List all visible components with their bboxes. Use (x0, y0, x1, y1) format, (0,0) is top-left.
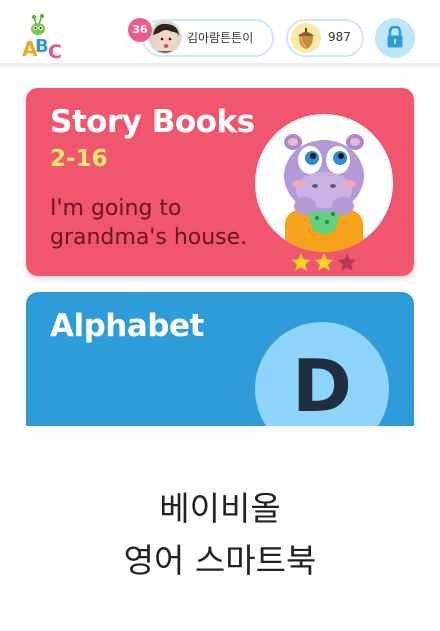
story-code: 2-16 (50, 146, 108, 172)
star-empty-icon (337, 253, 357, 271)
story-books-card[interactable]: Story Books 2-16 I'm going to grandma's … (26, 88, 414, 276)
story-books-title: Story Books (50, 104, 255, 140)
lock-button[interactable] (375, 18, 415, 58)
alphabet-card[interactable]: Alphabet D (26, 292, 414, 426)
level-badge: 36 (128, 18, 152, 42)
top-bar: A B C 36 김아람튼튼이 987 (0, 0, 440, 64)
user-name[interactable]: 김아람튼튼이 (187, 29, 253, 46)
tagline-line-1: 베이비올 (159, 489, 281, 528)
story-title: I'm going to grandma's house. (50, 196, 248, 250)
character-frame (255, 114, 393, 252)
avatar[interactable] (148, 20, 182, 54)
tagline-line-2: 영어 스마트북 (123, 541, 317, 580)
rating-stars (291, 253, 357, 271)
acorn-count: 987 (328, 30, 351, 44)
header-divider (0, 63, 440, 69)
star-filled-icon (291, 253, 311, 271)
svg-text:B: B (35, 36, 49, 57)
alphabet-title: Alphabet (50, 308, 204, 344)
acorn-icon (291, 23, 321, 53)
lock-icon (387, 25, 403, 48)
hippo-character-icon (284, 134, 364, 252)
svg-text:C: C (48, 41, 62, 60)
star-filled-icon (314, 253, 334, 271)
abc-logo-icon[interactable]: A B C (20, 12, 66, 60)
alphabet-letter: D (292, 344, 352, 426)
